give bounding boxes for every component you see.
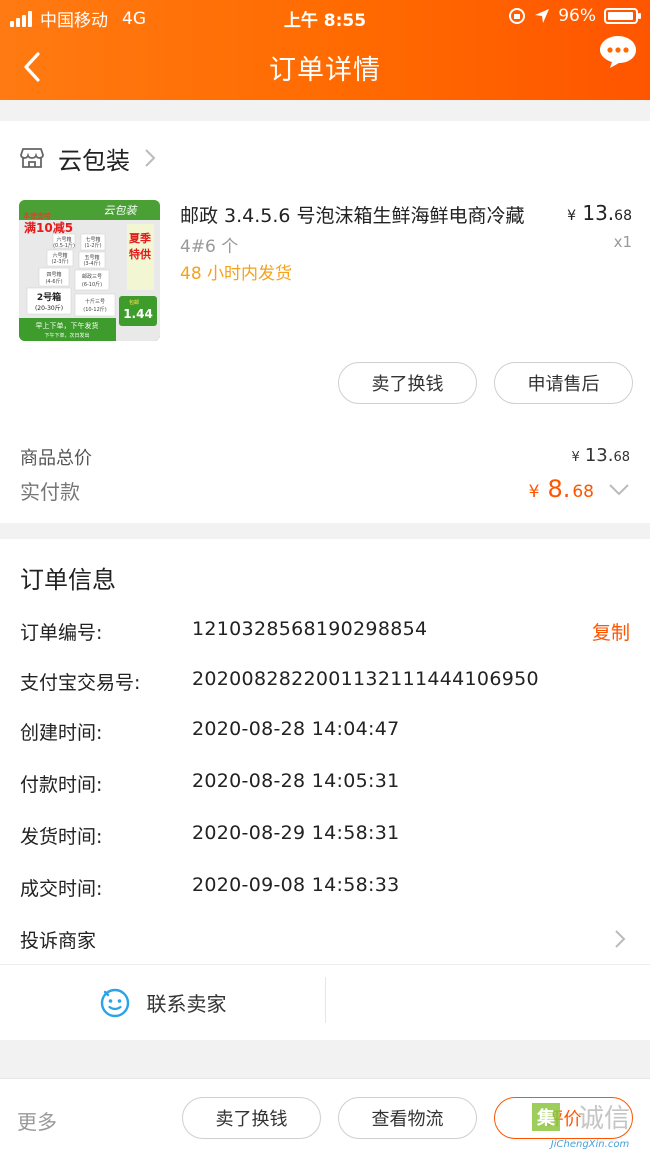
box-size: (6-10斤) — [82, 281, 102, 288]
info-value: 2020-08-28 14:05:31 — [192, 770, 400, 792]
image-brand: 云包装 — [104, 204, 139, 217]
image-promo-top: 本使宜哈 — [23, 211, 51, 220]
info-label: 发货时间: — [20, 826, 103, 848]
box-label: 邮政三号 — [82, 273, 102, 280]
total-symbol: ¥ — [571, 450, 580, 465]
info-label: 创建时间: — [20, 722, 103, 744]
box-size: (0.5-1斤) — [53, 242, 75, 249]
deal-time-row: 成交时间: 2020-09-08 14:58:33 — [20, 874, 630, 904]
battery-icon — [604, 8, 641, 24]
image-box-size: (20-30斤) — [35, 304, 63, 312]
paid-label: 实付款 — [20, 480, 80, 504]
image-summer: 夏季 — [129, 231, 152, 245]
box-size: (10-12斤) — [83, 306, 106, 313]
image-promo: 满10减5 — [24, 220, 73, 235]
vertical-divider — [325, 977, 326, 1023]
box-size: (1-2斤) — [84, 242, 101, 249]
info-value: 2020-08-29 14:58:31 — [192, 822, 400, 844]
info-value: 2020082822001132111444106950 — [192, 668, 539, 690]
price-int: 13. — [582, 201, 615, 225]
alipay-trade-row: 支付宝交易号: 2020082822001132111444106950 — [20, 668, 630, 698]
image-price: 1.44 — [123, 307, 153, 321]
paid-value[interactable]: ¥ 8. 68 — [529, 475, 630, 503]
shipped-time-row: 发货时间: 2020-08-29 14:58:31 — [20, 822, 630, 852]
more-button[interactable]: 更多 — [17, 1106, 57, 1135]
sell-button[interactable]: 卖了换钱 — [338, 362, 477, 404]
product-qty: x1 — [613, 233, 632, 251]
product-image[interactable]: 云包装 本使宜哈 满10减5 夏季 特供 六号箱 (0.5-1斤) 七号箱 (1… — [19, 200, 160, 341]
view-logistics-button[interactable]: 查看物流 — [338, 1097, 477, 1139]
location-arrow-icon — [535, 9, 550, 23]
box-size: (3-4斤) — [83, 260, 100, 267]
paid-dec: 68 — [572, 482, 594, 502]
box-label: 五号箱 — [84, 254, 99, 261]
product-price: ¥ 13.68 — [567, 201, 632, 225]
price-symbol: ¥ — [567, 208, 576, 224]
battery-percent: 96% — [558, 6, 596, 26]
box-label: 四号箱 — [46, 271, 61, 278]
order-info-card: 订单信息 订单编号: 1210328568190298854 复制 支付宝交易号… — [0, 539, 650, 1040]
header-bar: 中国移动 4G 上午 8:55 96% 订单详情 — [0, 0, 650, 100]
chevron-right-icon — [615, 930, 626, 948]
message-button[interactable] — [598, 34, 638, 70]
watermark-chars: 诚信 — [578, 1104, 630, 1134]
image-price-note: 包邮 — [129, 299, 139, 306]
page-title: 订单详情 — [269, 55, 381, 86]
complaint-label: 投诉商家 — [20, 930, 97, 952]
image-summer-2: 特供 — [129, 247, 151, 261]
after-sale-button[interactable]: 申请售后 — [494, 362, 633, 404]
box-size: (4-6斤) — [45, 278, 62, 285]
watermark-icon-char: 集 — [536, 1107, 556, 1129]
paid-symbol: ¥ — [528, 482, 540, 502]
box-label: 六号箱 — [52, 252, 67, 259]
paid-int: 8. — [547, 475, 571, 503]
total-int: 13. — [584, 445, 614, 466]
orientation-lock-icon — [509, 8, 526, 24]
info-label: 付款时间: — [20, 774, 103, 796]
order-info-title: 订单信息 — [20, 566, 116, 594]
info-label: 订单编号: — [20, 622, 103, 644]
watermark-logo: 集 诚信 JiChengXin.com — [532, 1103, 630, 1150]
box-label: 七号箱 — [85, 236, 100, 243]
product-title[interactable]: 邮政 3.4.5.6 号泡沫箱生鲜海鲜电商冷藏 — [180, 201, 550, 228]
total-label: 商品总价 — [20, 448, 92, 469]
image-bottom-line1: 早上下单，下午发货 — [36, 321, 99, 330]
price-dec: 68 — [614, 208, 632, 224]
status-bar: 中国移动 4G 上午 8:55 96% — [0, 0, 650, 34]
contact-seller-label: 联系卖家 — [146, 991, 227, 1016]
copy-button[interactable]: 复制 — [592, 618, 630, 645]
shop-name: 云包装 — [58, 146, 130, 175]
chevron-down-icon — [609, 484, 629, 496]
smiley-chat-icon — [100, 988, 129, 1018]
product-spec: 4#6 个 — [180, 237, 239, 257]
product-card: 云包装 云包装 本使宜哈 满10减5 夏季 特供 六号箱 (0.5-1斤) 七号… — [0, 121, 650, 523]
watermark-text: JiChengXin.com — [549, 1139, 630, 1150]
sell-button-bottom[interactable]: 卖了换钱 — [182, 1097, 321, 1139]
info-value: 2020-09-08 14:58:33 — [192, 874, 400, 896]
box-size: (2-3斤) — [51, 258, 68, 265]
order-number-row: 订单编号: 1210328568190298854 复制 — [20, 618, 630, 648]
info-value: 1210328568190298854 — [192, 618, 428, 640]
paid-time-row: 付款时间: 2020-08-28 14:05:31 — [20, 770, 630, 800]
box-label: 六号箱 — [56, 236, 71, 243]
store-icon — [20, 148, 44, 168]
product-thumbnail: 云包装 本使宜哈 满10减5 夏季 特供 六号箱 (0.5-1斤) 七号箱 (1… — [19, 200, 160, 341]
total-dec: 68 — [613, 450, 630, 465]
box-label: 十斤三号 — [85, 298, 105, 305]
chevron-right-icon — [145, 149, 156, 167]
total-value: ¥ 13.68 — [571, 445, 630, 466]
image-box-label: 2号箱 — [37, 291, 61, 303]
created-time-row: 创建时间: 2020-08-28 14:04:47 — [20, 718, 630, 748]
shipping-note: 48 小时内发货 — [180, 264, 293, 284]
info-label: 成交时间: — [20, 878, 103, 900]
complaint-row[interactable]: 投诉商家 — [20, 926, 630, 956]
info-value: 2020-08-28 14:04:47 — [192, 718, 400, 740]
image-bottom-line2: 下午下单，次日发出 — [44, 332, 89, 339]
info-label: 支付宝交易号: — [20, 672, 141, 694]
chat-bubble-icon — [600, 36, 636, 68]
contact-seller-button[interactable]: 联系卖家 — [0, 965, 325, 1039]
watermark: 集 诚信 JiChengXin.com — [530, 1095, 650, 1155]
shop-row[interactable]: 云包装 — [20, 141, 156, 175]
